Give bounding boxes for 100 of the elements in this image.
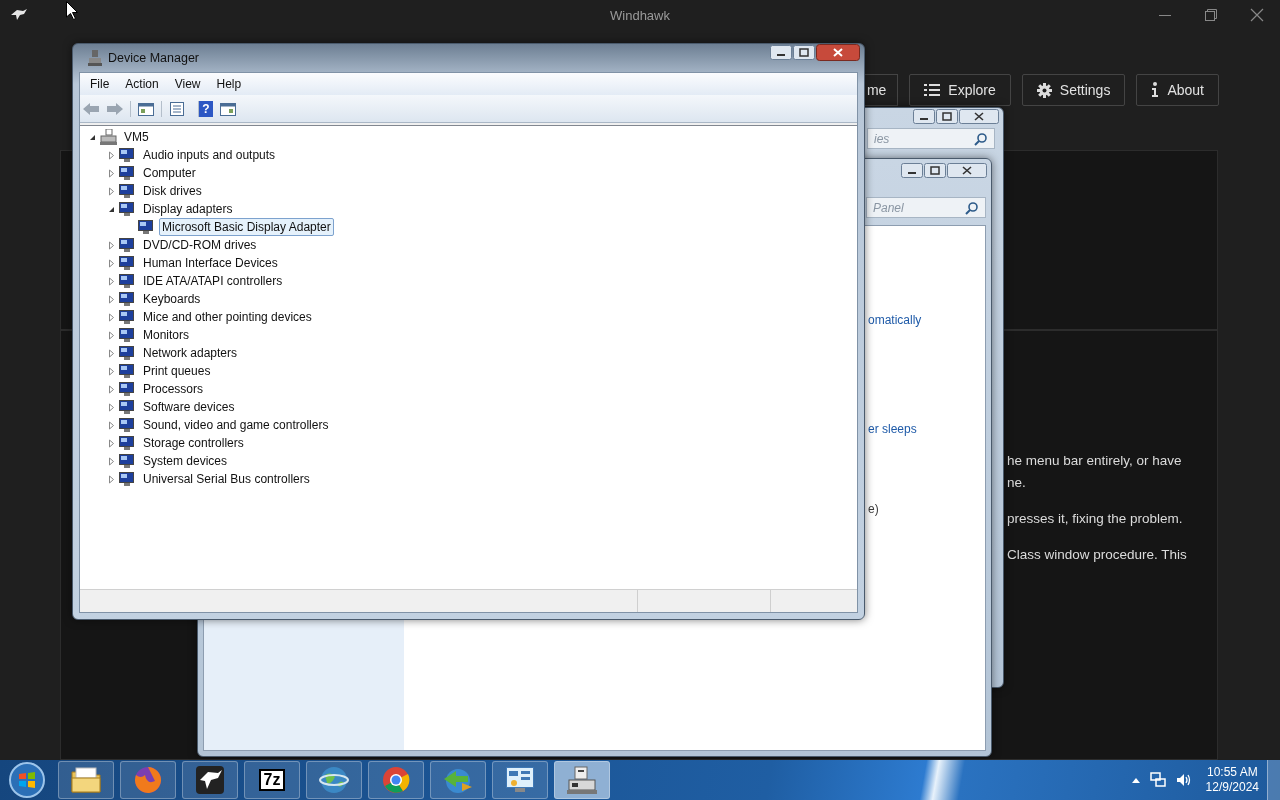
tree-item[interactable]: Keyboards [140,290,204,308]
minimize-icon[interactable] [901,163,923,178]
expand-arrow-icon[interactable] [107,474,116,484]
computer-icon [88,50,102,66]
tree-item[interactable]: Display adapters [140,200,236,218]
description-text: Class window procedure. This [1007,546,1188,564]
menu-item[interactable]: Help [208,77,250,91]
expand-arrow-icon[interactable] [107,186,116,196]
menu-item[interactable]: File [82,77,118,91]
restore-icon[interactable] [1204,8,1218,22]
monitor-icon [119,255,136,271]
taskbar-button[interactable] [182,761,238,799]
cursor-icon [66,1,78,20]
nav-button[interactable]: Settings [1021,74,1126,106]
control-panel-icon [505,766,535,794]
close-icon[interactable] [959,109,999,124]
monitor-icon [119,165,136,181]
expand-arrow-icon[interactable] [107,312,116,322]
window-icon[interactable] [219,100,237,117]
tree-item[interactable]: Audio inputs and outputs [140,146,279,164]
close-icon[interactable] [816,44,860,61]
nav-button[interactable]: About [1136,74,1219,106]
close-icon[interactable] [947,163,987,178]
taskbar-button[interactable]: 7z [244,761,300,799]
description-text: ne. [1007,474,1027,492]
expand-arrow-icon[interactable] [107,294,116,304]
info-icon [1151,82,1160,98]
list-icon[interactable] [161,100,186,117]
expand-arrow-icon[interactable] [107,420,116,430]
monitor-icon [119,147,136,163]
expand-arrow-icon[interactable] [107,384,116,394]
maximize-icon[interactable] [793,45,815,60]
tree-item[interactable]: Software devices [140,398,238,416]
tree-item[interactable]: System devices [140,452,231,470]
tree-item[interactable]: DVD/CD-ROM drives [140,236,260,254]
tree-item[interactable]: Microsoft Basic Display Adapter [159,218,334,236]
expand-arrow-icon[interactable] [107,150,116,160]
monitor-icon [138,219,155,235]
minimize-icon[interactable] [770,45,792,60]
monitor-icon [119,291,136,307]
window-icon[interactable] [130,100,155,117]
tree-item[interactable]: Storage controllers [140,434,247,452]
network-icon[interactable] [1149,772,1166,788]
description-text: presses it, fixing the problem. [1007,510,1184,528]
logo-text: 7z [258,769,286,791]
browser-icon [381,765,411,795]
tree-item[interactable]: Disk drives [140,182,205,200]
help-button[interactable]: ? [198,100,213,117]
taskbar-button[interactable] [58,761,114,799]
monitor-icon [119,453,136,469]
tree-item[interactable]: Computer [140,164,199,182]
tree-item[interactable]: Sound, video and game controllers [140,416,332,434]
tree-item[interactable]: Network adapters [140,344,241,362]
maximize-icon[interactable] [936,109,958,124]
expand-arrow-icon[interactable] [107,402,116,412]
tree-item[interactable]: Universal Serial Bus controllers [140,470,313,488]
expand-arrow-icon[interactable] [107,456,116,466]
monitor-icon [119,237,136,253]
chevron-up-icon[interactable] [1131,777,1140,783]
expand-arrow-icon[interactable] [107,348,116,358]
maximize-icon[interactable] [924,163,946,178]
link[interactable]: er sleeps [868,422,917,436]
note-text: e) [868,502,879,516]
clock[interactable]: 10:55 AM 12/9/2024 [1201,765,1263,795]
search-icon [974,131,988,146]
tree-item[interactable]: Processors [140,380,207,398]
menu-item[interactable]: View [166,77,209,91]
expand-arrow-icon[interactable] [107,168,116,178]
tree-item[interactable]: VM5 [121,128,152,146]
monitor-icon [119,327,136,343]
minimize-icon[interactable] [913,109,935,124]
monitor-icon [119,273,136,289]
link[interactable]: omatically [868,313,922,327]
expand-arrow-icon[interactable] [107,258,116,268]
search-icon [965,200,979,215]
tree-item[interactable]: Print queues [140,362,214,380]
tree-item[interactable]: Human Interface Devices [140,254,281,272]
monitor-icon [119,345,136,361]
close-icon[interactable] [1250,8,1264,22]
menu-item[interactable]: Action [117,77,167,91]
monitor-icon [119,201,136,217]
expand-arrow-icon[interactable] [107,366,116,376]
tree-item[interactable]: Monitors [140,326,192,344]
expand-arrow-icon[interactable] [107,330,116,340]
tree-item[interactable]: IDE ATA/ATAPI controllers [140,272,286,290]
computer-icon [100,129,117,145]
start-button[interactable] [8,761,46,799]
computer-icon [567,766,597,794]
window-title: Device Manager [108,51,199,65]
expand-arrow-icon[interactable] [107,438,116,448]
expand-arrow-icon[interactable] [107,276,116,286]
description-text: he menu bar entirely, or have [1007,452,1183,470]
nav-button[interactable]: Explore [909,74,1011,106]
tree-item[interactable]: Mice and other pointing devices [140,308,315,326]
monitor-icon [119,309,136,325]
monitor-icon [119,435,136,451]
volume-icon[interactable] [1175,772,1192,788]
expand-arrow-icon[interactable] [107,240,116,250]
bird-icon [11,9,27,21]
window-title: Windhawk [610,7,670,23]
